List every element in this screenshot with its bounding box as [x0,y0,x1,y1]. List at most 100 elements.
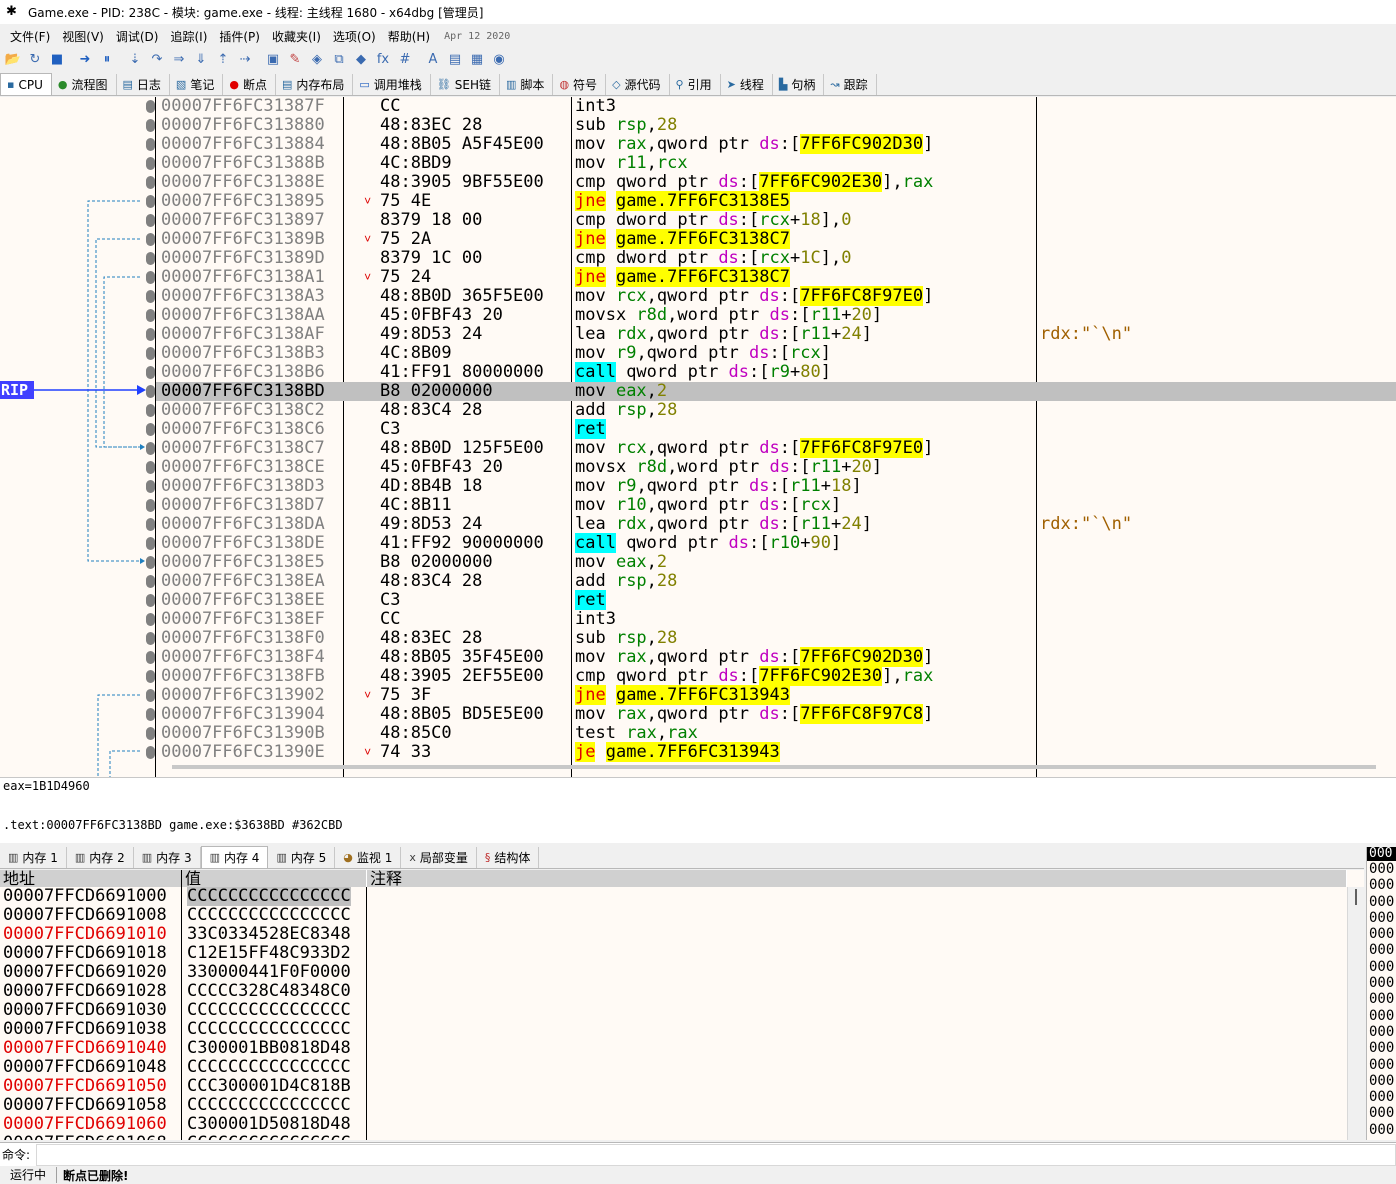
instruction-row[interactable]: 00007FF6FC313904 48:8B05 BD5E5E00 mov rax,… [156,704,1396,724]
instruction-row[interactable]: 00007FF6FC3138EF CC int3 [156,610,1396,629]
stack-row[interactable]: 000 [1367,1105,1396,1121]
instruction-row[interactable]: 00007FF6FC3138C6 C3 ret [156,419,1396,439]
stop-icon[interactable]: ■ [46,49,68,69]
label-icon[interactable]: ◈ [306,49,328,69]
instruction-row[interactable]: 00007FF6FC3138D3 4D:8B4B 18 mov r9,qword p… [156,477,1396,496]
stack-row[interactable]: 000 [1367,1008,1396,1024]
stack-row[interactable]: 000 [1367,942,1396,958]
stack-row[interactable]: 000 [1367,975,1396,991]
dump-row[interactable]: 00007FFCD6691000 CCCCCCCCCCCCCCCC [0,887,366,906]
breakpoint-dot[interactable] [146,537,155,550]
dump-row[interactable]: 00007FFCD6691050 CCC300001D4C818B [0,1077,366,1096]
stack-row[interactable]: 000 [1367,877,1396,893]
instruction-row[interactable]: 00007FF6FC31387F CC int3 [156,97,1396,116]
dump-tab-3[interactable]: ▥ 内存 4 [200,846,269,868]
help-icon[interactable]: ◉ [488,49,510,69]
patch-icon[interactable]: ▣ [262,49,284,69]
tab-threads[interactable]: ➤ 线程 [721,74,773,95]
dump-tab-5[interactable]: ◕ 监视 1 [335,847,402,868]
dump-row[interactable]: 00007FFCD6691068 CCCCCCCCCCCCCCCC [0,1134,366,1141]
breakpoint-dot[interactable] [146,461,155,474]
pause-icon[interactable]: ⏸ [96,49,118,69]
breakpoint-dot[interactable] [146,404,155,417]
breakpoint-dot[interactable] [146,518,155,531]
instruction-row[interactable]: 00007FF6FC313880 48:83EC 28 sub rsp,28 [156,116,1396,135]
run-to-user-icon[interactable]: ⇢ [234,49,256,69]
current-instruction-row[interactable]: 00007FF6FC3138BD B8 02000000 mov eax,2 [156,382,1396,401]
memory-dump-view[interactable]: 地址 值 注释 00007FFCD6691000 CCCCCCCCCCCCCCCC… [0,870,1364,1140]
instruction-row[interactable]: 00007FF6FC3138EE C3 ret [156,590,1396,610]
dump-row[interactable]: 00007FFCD6691038 CCCCCCCCCCCCCCCC [0,1020,366,1039]
breakpoint-dot[interactable] [146,442,155,455]
breakpoint-dot[interactable] [146,252,155,265]
instruction-row[interactable]: 00007FF6FC3138CE 45:0FBF43 20 movsx r8d,wo… [156,458,1396,477]
breakpoint-dot[interactable] [146,480,155,493]
trace-over-icon[interactable]: ⇓ [190,49,212,69]
breakpoint-dot[interactable] [146,689,155,702]
instruction-row[interactable]: 00007FF6FC31390B 48:85C0 test rax,rax [156,724,1396,743]
instruction-row[interactable]: 00007FF6FC3138AA 45:0FBF43 20 movsx r8d,wo… [156,306,1396,325]
dump-row[interactable]: 00007FFCD6691010 33C0334528EC8348 [0,925,366,944]
breakpoint-dot[interactable] [146,727,155,740]
dump-row[interactable]: 00007FFCD6691040 C300001BB0818D48 [0,1039,366,1058]
instruction-row[interactable]: 00007FF6FC31389B ˅ 75 2A jne game.7FF6FC313… [156,229,1396,249]
hash-icon[interactable]: # [394,49,416,69]
function-icon[interactable]: ◆ [350,49,372,69]
tab-graph[interactable]: ● 流程图 [52,74,117,95]
dump-tab-1[interactable]: ▥ 内存 2 [67,847,134,868]
tab-cpu[interactable]: ▪ CPU [0,73,52,95]
calculator-icon[interactable]: ▦ [466,49,488,69]
instruction-row[interactable]: 00007FF6FC3138D7 4C:8B11 mov r10,qword ptr… [156,496,1396,515]
breakpoint-dot[interactable] [146,100,155,113]
command-input[interactable] [36,1143,1396,1166]
instruction-row[interactable]: 00007FF6FC31388E 48:3905 9BF55E00 cmp qwor… [156,172,1396,192]
instruction-row[interactable]: 00007FF6FC3138DA 49:8D53 24 lea rdx,qword … [156,515,1396,534]
step-over-icon[interactable]: ↷ [146,49,168,69]
disassembly-view[interactable]: RIP 00007FF6FC31387F CC int3 00007FF6FC3138… [0,97,1396,777]
dump-row[interactable]: 00007FFCD6691020 330000441F0F0000 [0,963,366,982]
vertical-scrollbar[interactable] [1347,887,1364,1140]
instruction-row[interactable]: 00007FF6FC313895 ˅ 75 4E jne game.7FF6FC313… [156,191,1396,211]
instruction-row[interactable]: 00007FF6FC3138DE 41:FF92 90000000 call qwo… [156,533,1396,553]
tab-handles[interactable]: ▙ 句柄 [773,74,825,95]
breakpoint-dot[interactable] [146,138,155,151]
instruction-row[interactable]: 00007FF6FC3138A1 ˅ 75 24 jne game.7FF6FC313… [156,267,1396,287]
breakpoint-dot[interactable] [146,195,155,208]
dump-row[interactable]: 00007FFCD6691028 CCCCC328C48348C0 [0,982,366,1001]
fx-icon[interactable]: fx [372,49,394,69]
tab-script[interactable]: ▥ 脚本 [500,74,554,95]
breakpoint-dot[interactable] [146,556,155,569]
breakpoint-dot[interactable] [146,746,155,759]
stack-row[interactable]: 000 [1367,1073,1396,1089]
menu-item-2[interactable]: 调试(D) [110,28,165,45]
dump-row[interactable]: 00007FFCD6691030 CCCCCCCCCCCCCCCC [0,1001,366,1020]
tab-trace[interactable]: ↝ 跟踪 [824,74,877,95]
instruction-row[interactable]: 00007FF6FC31389D 8379 1C 00 cmp dword ptr … [156,249,1396,268]
header-comment[interactable]: 注释 [367,870,1347,887]
breakpoint-dot[interactable] [146,651,155,664]
trace-into-icon[interactable]: ⇒ [168,49,190,69]
step-into-icon[interactable]: ⇣ [124,49,146,69]
instruction-row[interactable]: 00007FF6FC313884 48:8B05 A5F45E00 mov rax,… [156,134,1396,154]
instruction-row[interactable]: 00007FF6FC3138B6 41:FF91 80000000 call qwo… [156,362,1396,382]
instruction-row[interactable]: 00007FF6FC31390E ˅ 74 33 je game.7FF6FC3139… [156,742,1396,762]
breakpoint-dot[interactable] [146,119,155,132]
menu-item-5[interactable]: 收藏夹(I) [266,28,327,45]
breakpoint-dot[interactable] [146,594,155,607]
instruction-row[interactable]: 00007FF6FC3138C2 48:83C4 28 add rsp,28 [156,401,1396,420]
instruction-row[interactable]: 00007FF6FC3138AF 49:8D53 24 lea rdx,qword … [156,325,1396,344]
dump-row[interactable]: 00007FFCD6691060 C300001D50818D48 [0,1115,366,1134]
breakpoint-dot[interactable] [146,499,155,512]
comment-icon[interactable]: ✎ [284,49,306,69]
breakpoint-dot[interactable] [146,423,155,436]
dump-row[interactable]: 00007FFCD6691048 CCCCCCCCCCCCCCCC [0,1058,366,1077]
dump-tab-6[interactable]: x 局部变量 [401,847,477,868]
stack-row[interactable]: 000 [1367,1057,1396,1073]
tab-callstack[interactable]: ▭ 调用堆栈 [353,74,431,95]
dump-tab-4[interactable]: ▥ 内存 5 [268,847,336,868]
stack-row[interactable]: 000 [1367,1040,1396,1056]
dump-row[interactable]: 00007FFCD6691058 CCCCCCCCCCCCCCCC [0,1096,366,1115]
instruction-row[interactable]: 00007FF6FC3138FB 48:3905 2EF55E00 cmp qwor… [156,666,1396,686]
stack-pane[interactable]: 000 000 000 000 000 000 000 000 000 000 000 000 000… [1366,847,1396,1140]
breakpoint-dot[interactable] [146,632,155,645]
